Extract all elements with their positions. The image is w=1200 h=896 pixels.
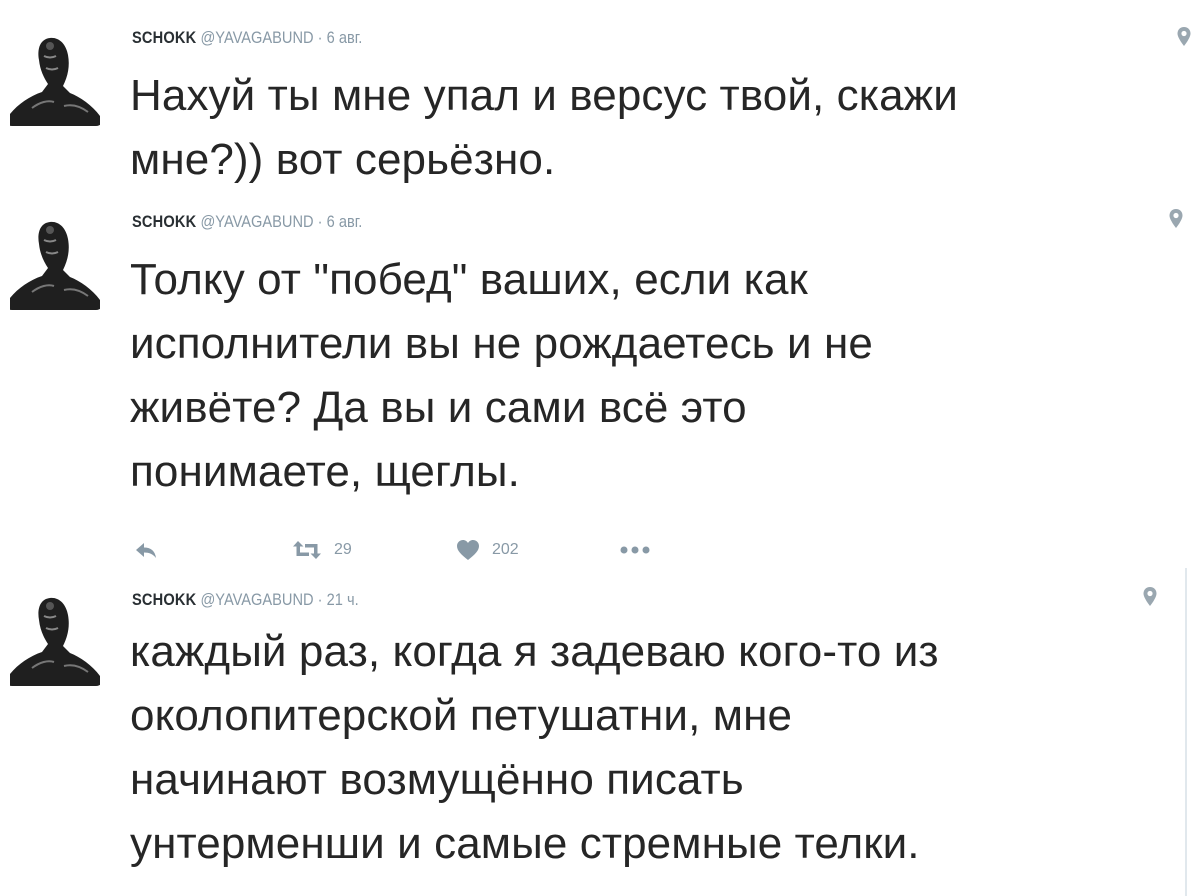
more-button[interactable] (620, 535, 650, 565)
tweet-meta: SCHOKK @YAVAGABUND · 6 авг. (132, 28, 362, 48)
tweet-text-line: унтерменши и самые стремные телки. (130, 819, 920, 868)
tweet-actions: 29 202 (134, 535, 694, 565)
like-count: 202 (492, 541, 519, 558)
author-handle[interactable]: @YAVAGABUND (200, 212, 313, 231)
tweet-3: SCHOKK @YAVAGABUND · 21 ч. каждый раз, к… (0, 570, 1200, 896)
tweet-text-line: Нахуй ты мне упал и версус твой, скажи (130, 71, 958, 120)
tweet-text-line: каждый раз, когда я задеваю кого-то из (130, 627, 939, 676)
tweet-text-line: околопитерской петушатни, мне (130, 691, 793, 740)
location-pin-icon[interactable] (1142, 586, 1158, 608)
avatar[interactable] (4, 586, 104, 686)
tweet-timestamp[interactable]: 6 авг. (327, 212, 363, 231)
retweet-icon (293, 541, 321, 559)
location-pin-icon[interactable] (1168, 208, 1184, 230)
tweet-meta: SCHOKK @YAVAGABUND · 21 ч. (132, 590, 359, 610)
tweet-text: Толку от "побед" ваших, если как исполни… (130, 248, 873, 504)
tweet-2: SCHOKK @YAVAGABUND · 6 авг. Толку от "по… (0, 200, 1200, 580)
author-name[interactable]: SCHOKK (132, 590, 196, 609)
tweet-text: Нахуй ты мне упал и версус твой, скажи м… (130, 64, 958, 192)
reply-button[interactable] (134, 535, 158, 565)
author-handle[interactable]: @YAVAGABUND (200, 590, 313, 609)
tweet-text-line: исполнители вы не рождаетесь и не (130, 319, 874, 368)
tweet-text-line: начинают возмущённо писать (130, 755, 744, 804)
tweet-meta: SCHOKK @YAVAGABUND · 6 авг. (132, 212, 362, 232)
tweet-1: SCHOKK @YAVAGABUND · 6 авг. Нахуй ты мне… (0, 0, 1200, 200)
retweet-count: 29 (334, 541, 352, 558)
tweet-text-line: Толку от "побед" ваших, если как (130, 255, 808, 304)
more-icon (620, 546, 650, 554)
location-pin-icon[interactable] (1176, 26, 1192, 48)
tweet-timestamp[interactable]: 21 ч. (327, 590, 359, 609)
author-name[interactable]: SCHOKK (132, 212, 196, 231)
like-button[interactable]: 202 (456, 535, 519, 565)
tweet-timestamp[interactable]: 6 авг. (327, 28, 363, 47)
avatar[interactable] (4, 26, 104, 126)
author-handle[interactable]: @YAVAGABUND (200, 28, 313, 47)
tweet-text: каждый раз, когда я задеваю кого-то из о… (130, 620, 939, 876)
tweet-text-line: понимаете, щеглы. (130, 447, 520, 496)
author-name[interactable]: SCHOKK (132, 28, 196, 47)
meta-separator: · (317, 590, 323, 609)
meta-separator: · (317, 212, 323, 231)
tweet-text-line: живёте? Да вы и сами всё это (130, 383, 747, 432)
avatar[interactable] (4, 210, 104, 310)
retweet-button[interactable]: 29 (292, 535, 352, 565)
reply-icon (136, 543, 156, 558)
heart-icon (457, 540, 479, 560)
tweet-text-line: мне?)) вот серьёзно. (130, 135, 556, 184)
meta-separator: · (317, 28, 323, 47)
